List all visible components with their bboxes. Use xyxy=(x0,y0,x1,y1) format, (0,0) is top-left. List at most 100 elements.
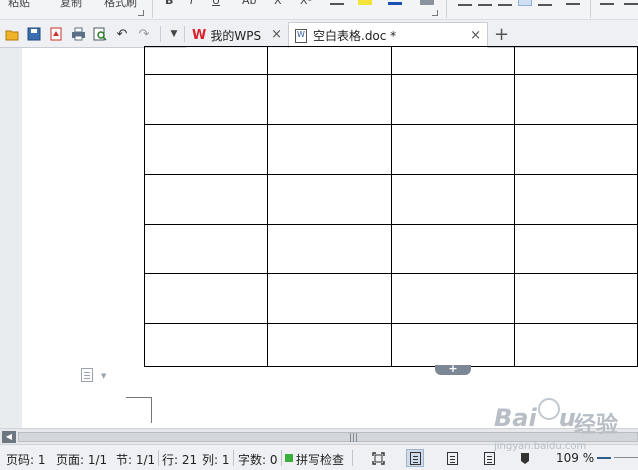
align-right-icon[interactable] xyxy=(498,0,512,6)
zoom-out-icon[interactable] xyxy=(597,457,611,459)
page-view-button[interactable] xyxy=(406,449,424,467)
clipboard-dialog-launcher-icon[interactable] xyxy=(138,10,144,16)
align-center-icon[interactable] xyxy=(478,0,492,6)
table-cell[interactable] xyxy=(390,124,515,175)
word-count-status[interactable]: 字数: 0 xyxy=(238,451,278,468)
table-cell[interactable] xyxy=(267,174,392,225)
word-doc-icon xyxy=(295,28,307,43)
undo-icon[interactable]: ↶ xyxy=(114,26,130,42)
table-cell[interactable] xyxy=(513,46,638,75)
char-shading-icon[interactable] xyxy=(420,0,434,5)
scroll-left-arrow-icon[interactable]: ◀ xyxy=(2,431,16,443)
tab-blank-table-doc[interactable]: 空白表格.doc * × xyxy=(288,22,488,48)
strikethrough-button[interactable]: X xyxy=(274,0,282,7)
table-cell[interactable] xyxy=(513,323,638,367)
table-cell[interactable] xyxy=(390,323,515,367)
table-cell[interactable] xyxy=(143,124,269,175)
table-cell[interactable] xyxy=(267,124,392,175)
reading-mode-button[interactable] xyxy=(516,449,534,467)
paste-button[interactable]: 粘贴 xyxy=(8,0,30,10)
table-row xyxy=(143,124,638,175)
paragraph-layout-icon[interactable] xyxy=(81,368,93,382)
distributed-align-icon[interactable] xyxy=(538,0,552,6)
table-cell[interactable] xyxy=(143,74,269,125)
clear-format-icon[interactable] xyxy=(330,0,344,5)
table-cell[interactable] xyxy=(513,124,638,175)
spell-check-icon[interactable] xyxy=(285,454,293,462)
redo-icon[interactable]: ↷ xyxy=(136,26,152,42)
table-cell[interactable] xyxy=(513,74,638,125)
table-cell[interactable] xyxy=(143,46,269,75)
table-cell[interactable] xyxy=(513,273,638,324)
change-case-button[interactable]: Ab xyxy=(242,0,257,7)
section-status: 节: 1/1 xyxy=(116,453,156,467)
divider xyxy=(281,450,282,466)
font-color-icon[interactable] xyxy=(388,0,402,5)
fullscreen-view-button[interactable] xyxy=(369,449,387,467)
italic-button[interactable]: I xyxy=(190,0,193,7)
divider xyxy=(233,450,234,466)
table-row xyxy=(143,273,638,324)
new-tab-icon[interactable]: + xyxy=(494,24,509,45)
zoom-slider[interactable] xyxy=(614,457,638,458)
web-layout-icon xyxy=(483,451,495,465)
table-cell[interactable] xyxy=(267,323,392,367)
dropdown-icon[interactable]: ▼ xyxy=(166,26,182,42)
page-status[interactable]: 页面: 1/1 xyxy=(56,451,107,468)
add-table-row-button[interactable]: + xyxy=(435,363,471,375)
margin-corner-mark xyxy=(126,397,152,423)
table-row xyxy=(143,323,638,367)
print-icon[interactable] xyxy=(70,26,86,42)
table-cell[interactable] xyxy=(143,224,269,274)
table-row xyxy=(143,174,638,225)
table-cell[interactable] xyxy=(267,273,392,324)
tab-label: 我的WPS xyxy=(210,28,262,43)
table-cell[interactable] xyxy=(267,224,392,274)
borders-icon[interactable] xyxy=(600,0,614,5)
tab-my-wps[interactable]: W 我的WPS × xyxy=(186,22,288,48)
table-cell[interactable] xyxy=(390,46,515,75)
justify-icon[interactable] xyxy=(518,0,532,6)
table-cell[interactable] xyxy=(390,273,515,324)
scrollbar-thumb[interactable]: ||| xyxy=(18,432,638,443)
line-spacing-icon[interactable] xyxy=(566,0,580,5)
table-cell[interactable] xyxy=(390,224,515,274)
bold-button[interactable]: B xyxy=(165,0,173,7)
table-cell[interactable] xyxy=(143,323,269,367)
print-preview-icon[interactable] xyxy=(92,26,108,42)
table-cell[interactable] xyxy=(267,74,392,125)
table-cell[interactable] xyxy=(143,174,269,225)
blank-table[interactable] xyxy=(143,46,638,367)
open-folder-icon[interactable] xyxy=(4,26,20,42)
outline-view-button[interactable] xyxy=(443,449,461,467)
fullscreen-icon xyxy=(371,451,385,465)
page-code-status[interactable]: 页码: 1 xyxy=(6,451,46,468)
close-icon[interactable]: × xyxy=(470,28,481,43)
divider xyxy=(184,26,185,42)
close-icon[interactable]: × xyxy=(271,27,282,42)
highlight-icon[interactable] xyxy=(358,0,372,5)
table-cell[interactable] xyxy=(390,74,515,125)
table-cell[interactable] xyxy=(143,273,269,324)
align-left-icon[interactable] xyxy=(458,0,472,6)
spell-check-button[interactable]: 拼写检查 xyxy=(296,451,344,468)
eye-protection-icon xyxy=(521,452,529,464)
document-page[interactable]: + ▼ xyxy=(22,46,638,428)
web-layout-button[interactable] xyxy=(480,449,498,467)
table-cell[interactable] xyxy=(513,224,638,274)
chevron-down-icon[interactable]: ▼ xyxy=(101,372,106,380)
table-cell[interactable] xyxy=(267,46,392,75)
font-dialog-launcher-icon[interactable] xyxy=(432,10,438,16)
copy-button[interactable]: 复制 xyxy=(60,0,82,10)
paragraph-mark-icon[interactable] xyxy=(624,0,638,5)
pdf-export-icon[interactable] xyxy=(48,26,64,42)
superscript-button[interactable]: X² xyxy=(300,0,312,7)
table-cell[interactable] xyxy=(390,174,515,225)
table-cell[interactable] xyxy=(513,174,638,225)
format-painter-button[interactable]: 格式刷 xyxy=(104,0,137,10)
zoom-level[interactable]: 109 % xyxy=(556,451,594,465)
horizontal-scrollbar[interactable]: ◀ ||| xyxy=(0,428,638,444)
save-icon[interactable] xyxy=(26,26,42,42)
underline-button[interactable]: U xyxy=(212,0,220,7)
tab-bar: ↶ ↷ ▼ W 我的WPS × 空白表格.doc * × + xyxy=(0,20,638,48)
